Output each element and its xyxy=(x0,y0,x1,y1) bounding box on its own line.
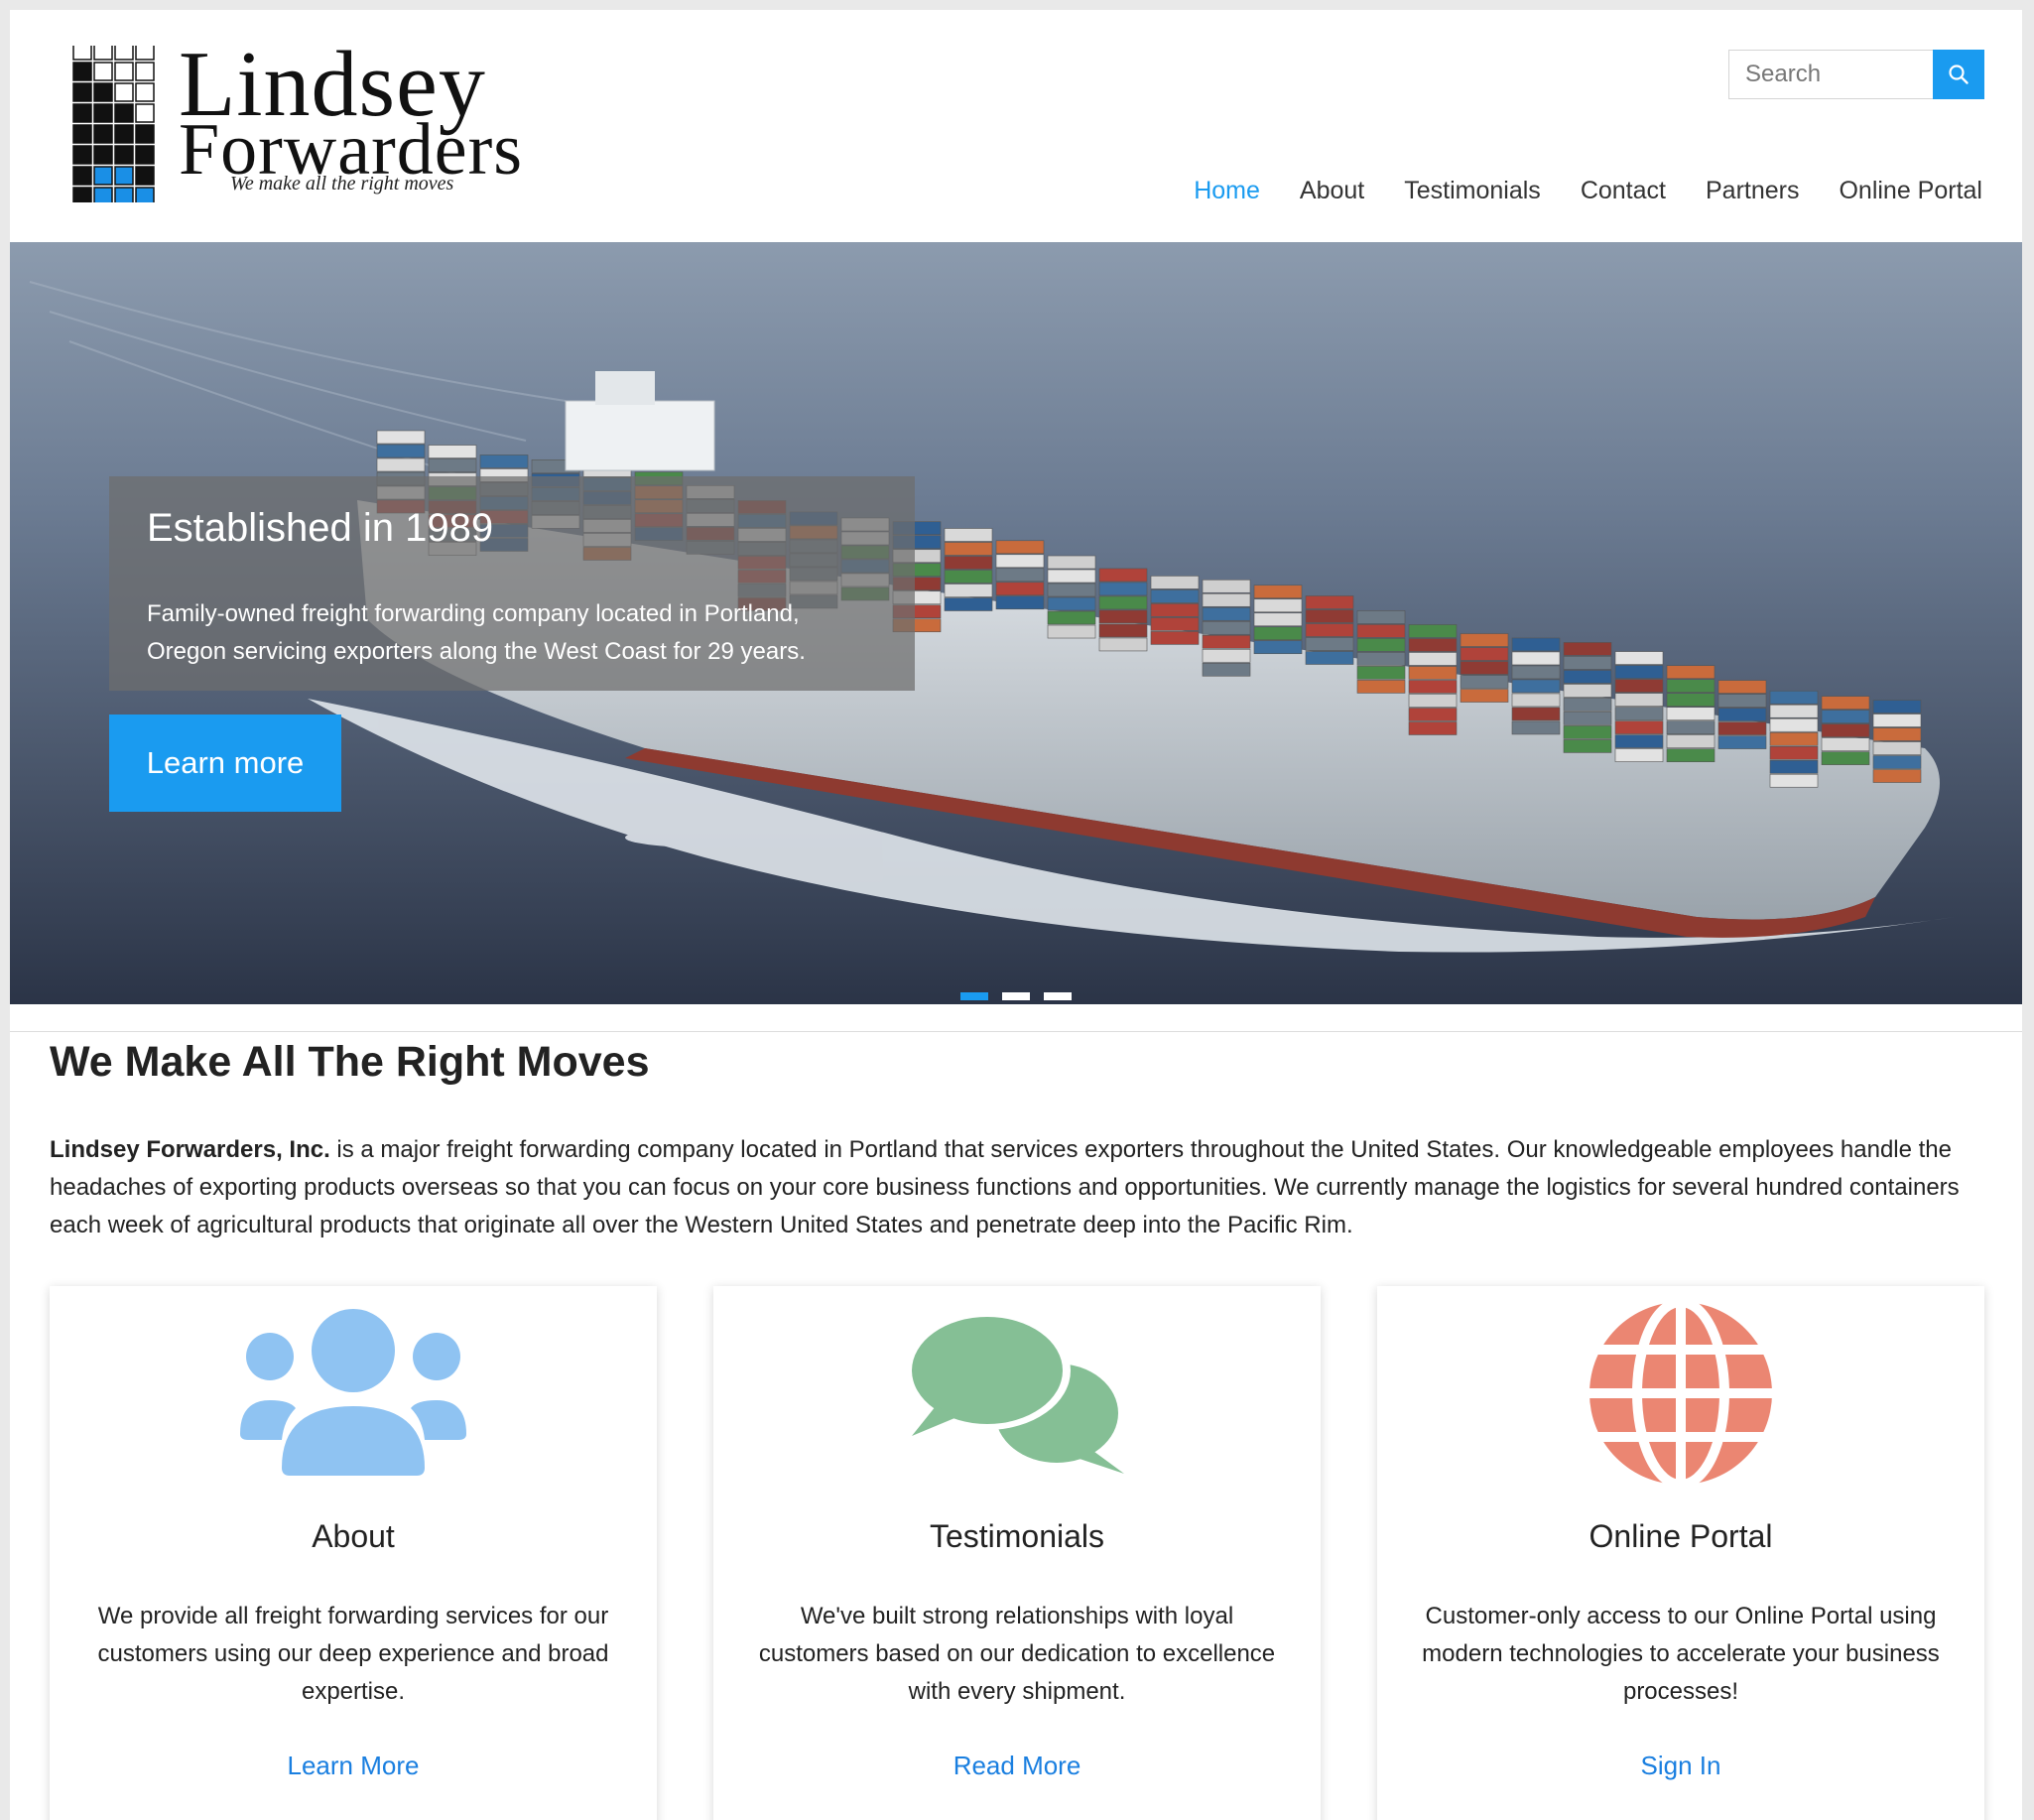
intro-paragraph: Lindsey Forwarders, Inc. is a major frei… xyxy=(50,1131,1994,1244)
card-online-portal: Online Portal Customer-only access to ou… xyxy=(1377,1286,1984,1820)
site-logo[interactable]: Lindsey Forwarders We make all the right… xyxy=(52,36,522,204)
users-icon xyxy=(240,1309,466,1476)
nav-home[interactable]: Home xyxy=(1194,177,1260,205)
search-box xyxy=(1728,50,1984,99)
search-input[interactable] xyxy=(1729,51,1934,98)
intro-body: is a major freight forwarding company lo… xyxy=(50,1136,1960,1238)
card-about: About We provide all freight forwarding … xyxy=(50,1286,657,1820)
card-online-portal-description: Customer-only access to our Online Porta… xyxy=(1422,1603,1940,1705)
search-button[interactable] xyxy=(1933,50,1984,99)
hero-slider: Established in 1989 Family-owned freight… xyxy=(10,242,2022,1004)
page: Lindsey Forwarders We make all the right… xyxy=(10,10,2022,1820)
logo-grid-icon xyxy=(72,46,155,202)
hero-text: Family-owned freight forwarding company … xyxy=(147,600,806,665)
card-testimonials: Testimonials We've built strong relation… xyxy=(713,1286,1321,1820)
card-about-title: About xyxy=(312,1518,395,1554)
nav-testimonials[interactable]: Testimonials xyxy=(1404,177,1541,205)
chat-bubbles-icon xyxy=(908,1311,1124,1474)
card-online-portal-title: Online Portal xyxy=(1589,1518,1773,1554)
nav-online-portal[interactable]: Online Portal xyxy=(1839,177,1982,205)
hero-caption: Established in 1989 Family-owned freight… xyxy=(109,476,915,691)
main-nav: Home About Testimonials Contact Partners… xyxy=(1194,177,1982,205)
globe-icon xyxy=(1588,1297,1774,1490)
intro-heading: We Make All The Right Moves xyxy=(50,1038,650,1086)
nav-partners[interactable]: Partners xyxy=(1706,177,1799,205)
card-about-description: We provide all freight forwarding servic… xyxy=(97,1603,609,1705)
nav-about[interactable]: About xyxy=(1300,177,1364,205)
card-testimonials-title: Testimonials xyxy=(929,1518,1105,1554)
slider-dot-3[interactable] xyxy=(1044,992,1072,1000)
card-online-portal-link[interactable]: Sign In xyxy=(1377,1751,1984,1781)
slider-dots xyxy=(960,992,1072,1000)
learn-more-button[interactable]: Learn more xyxy=(109,715,341,812)
search-icon xyxy=(1949,65,1969,84)
card-about-link[interactable]: Learn More xyxy=(50,1751,657,1781)
slider-dot-1[interactable] xyxy=(960,992,988,1000)
section-divider xyxy=(10,1031,2022,1032)
logo-tagline: We make all the right moves xyxy=(230,173,454,195)
hero-title: Established in 1989 xyxy=(147,506,494,550)
card-testimonials-description: We've built strong relationships with lo… xyxy=(758,1603,1276,1705)
intro-company-name: Lindsey Forwarders, Inc. xyxy=(50,1136,330,1163)
slider-dot-2[interactable] xyxy=(1002,992,1030,1000)
card-testimonials-link[interactable]: Read More xyxy=(713,1751,1321,1781)
nav-contact[interactable]: Contact xyxy=(1581,177,1666,205)
